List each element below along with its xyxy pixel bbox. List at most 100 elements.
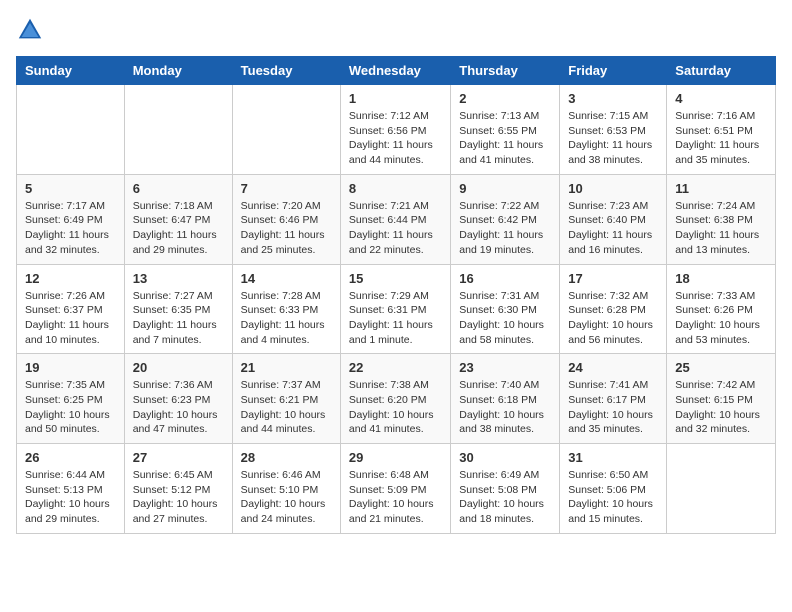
- day-number: 22: [349, 360, 442, 375]
- calendar-week-row: 12 Sunrise: 7:26 AM Sunset: 6:37 PM Dayli…: [17, 264, 776, 354]
- calendar-cell: 30 Sunrise: 6:49 AM Sunset: 5:08 PM Dayli…: [451, 444, 560, 534]
- calendar-cell: [17, 85, 125, 175]
- calendar-cell: 14 Sunrise: 7:28 AM Sunset: 6:33 PM Dayli…: [232, 264, 340, 354]
- calendar-cell: 10Sunrise: 7:23 AM Sunset: 6:40 PM Dayli…: [560, 174, 667, 264]
- day-number: 4: [675, 91, 767, 106]
- logo: [16, 16, 48, 44]
- page-header: [16, 16, 776, 44]
- calendar-cell: 5Sunrise: 7:17 AM Sunset: 6:49 PM Daylig…: [17, 174, 125, 264]
- calendar-cell: 16 Sunrise: 7:31 AM Sunset: 6:30 PM Dayli…: [451, 264, 560, 354]
- calendar-week-row: 19 Sunrise: 7:35 AM Sunset: 6:25 PM Dayli…: [17, 354, 776, 444]
- logo-icon: [16, 16, 44, 44]
- day-info: Sunrise: 6:44 AM Sunset: 5:13 PM Dayligh…: [25, 468, 116, 527]
- day-header-wednesday: Wednesday: [340, 57, 450, 85]
- day-info: Sunrise: 7:29 AM Sunset: 6:31 PM Dayligh…: [349, 289, 442, 348]
- day-info: Sunrise: 6:49 AM Sunset: 5:08 PM Dayligh…: [459, 468, 551, 527]
- calendar-cell: 28 Sunrise: 6:46 AM Sunset: 5:10 PM Dayli…: [232, 444, 340, 534]
- day-number: 6: [133, 181, 224, 196]
- day-info: Sunrise: 7:20 AM Sunset: 6:46 PM Dayligh…: [241, 199, 332, 258]
- day-info: Sunrise: 7:31 AM Sunset: 6:30 PM Dayligh…: [459, 289, 551, 348]
- calendar-cell: 13 Sunrise: 7:27 AM Sunset: 6:35 PM Dayli…: [124, 264, 232, 354]
- calendar-cell: 27 Sunrise: 6:45 AM Sunset: 5:12 PM Dayli…: [124, 444, 232, 534]
- calendar-cell: 15 Sunrise: 7:29 AM Sunset: 6:31 PM Dayli…: [340, 264, 450, 354]
- day-header-thursday: Thursday: [451, 57, 560, 85]
- calendar-table: SundayMondayTuesdayWednesdayThursdayFrid…: [16, 56, 776, 534]
- calendar-cell: [232, 85, 340, 175]
- day-info: Sunrise: 7:13 AM Sunset: 6:55 PM Dayligh…: [459, 109, 551, 168]
- day-info: Sunrise: 6:46 AM Sunset: 5:10 PM Dayligh…: [241, 468, 332, 527]
- calendar-cell: 23Sunrise: 7:40 AM Sunset: 6:18 PM Dayli…: [451, 354, 560, 444]
- day-info: Sunrise: 7:36 AM Sunset: 6:23 PM Dayligh…: [133, 378, 224, 437]
- day-number: 11: [675, 181, 767, 196]
- day-number: 1: [349, 91, 442, 106]
- day-info: Sunrise: 7:27 AM Sunset: 6:35 PM Dayligh…: [133, 289, 224, 348]
- calendar-cell: 18 Sunrise: 7:33 AM Sunset: 6:26 PM Dayli…: [667, 264, 776, 354]
- day-header-monday: Monday: [124, 57, 232, 85]
- day-info: Sunrise: 7:24 AM Sunset: 6:38 PM Dayligh…: [675, 199, 767, 258]
- calendar-week-row: 1 Sunrise: 7:12 AM Sunset: 6:56 PM Daylig…: [17, 85, 776, 175]
- day-number: 17: [568, 271, 658, 286]
- day-info: Sunrise: 7:37 AM Sunset: 6:21 PM Dayligh…: [241, 378, 332, 437]
- day-number: 27: [133, 450, 224, 465]
- day-number: 26: [25, 450, 116, 465]
- calendar-cell: 11 Sunrise: 7:24 AM Sunset: 6:38 PM Dayli…: [667, 174, 776, 264]
- day-number: 21: [241, 360, 332, 375]
- calendar-cell: [124, 85, 232, 175]
- day-number: 29: [349, 450, 442, 465]
- day-number: 14: [241, 271, 332, 286]
- calendar-cell: 17 Sunrise: 7:32 AM Sunset: 6:28 PM Dayli…: [560, 264, 667, 354]
- calendar-cell: 9 Sunrise: 7:22 AM Sunset: 6:42 PM Daylig…: [451, 174, 560, 264]
- day-number: 2: [459, 91, 551, 106]
- day-number: 20: [133, 360, 224, 375]
- day-info: Sunrise: 7:15 AM Sunset: 6:53 PM Dayligh…: [568, 109, 658, 168]
- day-number: 19: [25, 360, 116, 375]
- day-info: Sunrise: 7:18 AM Sunset: 6:47 PM Dayligh…: [133, 199, 224, 258]
- day-info: Sunrise: 7:28 AM Sunset: 6:33 PM Dayligh…: [241, 289, 332, 348]
- day-header-tuesday: Tuesday: [232, 57, 340, 85]
- day-info: Sunrise: 7:42 AM Sunset: 6:15 PM Dayligh…: [675, 378, 767, 437]
- day-number: 24: [568, 360, 658, 375]
- calendar-cell: 29 Sunrise: 6:48 AM Sunset: 5:09 PM Dayli…: [340, 444, 450, 534]
- day-number: 12: [25, 271, 116, 286]
- day-number: 10: [568, 181, 658, 196]
- day-header-friday: Friday: [560, 57, 667, 85]
- day-number: 28: [241, 450, 332, 465]
- day-number: 13: [133, 271, 224, 286]
- day-info: Sunrise: 7:32 AM Sunset: 6:28 PM Dayligh…: [568, 289, 658, 348]
- calendar-cell: 31Sunrise: 6:50 AM Sunset: 5:06 PM Dayli…: [560, 444, 667, 534]
- day-info: Sunrise: 7:33 AM Sunset: 6:26 PM Dayligh…: [675, 289, 767, 348]
- day-number: 16: [459, 271, 551, 286]
- day-number: 31: [568, 450, 658, 465]
- day-info: Sunrise: 7:41 AM Sunset: 6:17 PM Dayligh…: [568, 378, 658, 437]
- day-number: 15: [349, 271, 442, 286]
- calendar-cell: 4Sunrise: 7:16 AM Sunset: 6:51 PM Daylig…: [667, 85, 776, 175]
- calendar-cell: 19 Sunrise: 7:35 AM Sunset: 6:25 PM Dayli…: [17, 354, 125, 444]
- day-info: Sunrise: 7:22 AM Sunset: 6:42 PM Dayligh…: [459, 199, 551, 258]
- day-header-saturday: Saturday: [667, 57, 776, 85]
- day-number: 5: [25, 181, 116, 196]
- day-info: Sunrise: 7:35 AM Sunset: 6:25 PM Dayligh…: [25, 378, 116, 437]
- day-info: Sunrise: 7:26 AM Sunset: 6:37 PM Dayligh…: [25, 289, 116, 348]
- day-number: 30: [459, 450, 551, 465]
- calendar-cell: 24 Sunrise: 7:41 AM Sunset: 6:17 PM Dayli…: [560, 354, 667, 444]
- day-number: 3: [568, 91, 658, 106]
- day-number: 25: [675, 360, 767, 375]
- calendar-cell: 20 Sunrise: 7:36 AM Sunset: 6:23 PM Dayli…: [124, 354, 232, 444]
- day-header-sunday: Sunday: [17, 57, 125, 85]
- calendar-cell: 25 Sunrise: 7:42 AM Sunset: 6:15 PM Dayli…: [667, 354, 776, 444]
- calendar-cell: 22Sunrise: 7:38 AM Sunset: 6:20 PM Dayli…: [340, 354, 450, 444]
- day-number: 7: [241, 181, 332, 196]
- day-number: 9: [459, 181, 551, 196]
- calendar-cell: 7 Sunrise: 7:20 AM Sunset: 6:46 PM Daylig…: [232, 174, 340, 264]
- calendar-header-row: SundayMondayTuesdayWednesdayThursdayFrid…: [17, 57, 776, 85]
- day-info: Sunrise: 6:45 AM Sunset: 5:12 PM Dayligh…: [133, 468, 224, 527]
- calendar-cell: 3 Sunrise: 7:15 AM Sunset: 6:53 PM Daylig…: [560, 85, 667, 175]
- day-number: 23: [459, 360, 551, 375]
- calendar-cell: 26 Sunrise: 6:44 AM Sunset: 5:13 PM Dayli…: [17, 444, 125, 534]
- day-info: Sunrise: 7:21 AM Sunset: 6:44 PM Dayligh…: [349, 199, 442, 258]
- day-number: 18: [675, 271, 767, 286]
- calendar-cell: 1 Sunrise: 7:12 AM Sunset: 6:56 PM Daylig…: [340, 85, 450, 175]
- day-info: Sunrise: 6:48 AM Sunset: 5:09 PM Dayligh…: [349, 468, 442, 527]
- day-info: Sunrise: 7:12 AM Sunset: 6:56 PM Dayligh…: [349, 109, 442, 168]
- calendar-cell: 12 Sunrise: 7:26 AM Sunset: 6:37 PM Dayli…: [17, 264, 125, 354]
